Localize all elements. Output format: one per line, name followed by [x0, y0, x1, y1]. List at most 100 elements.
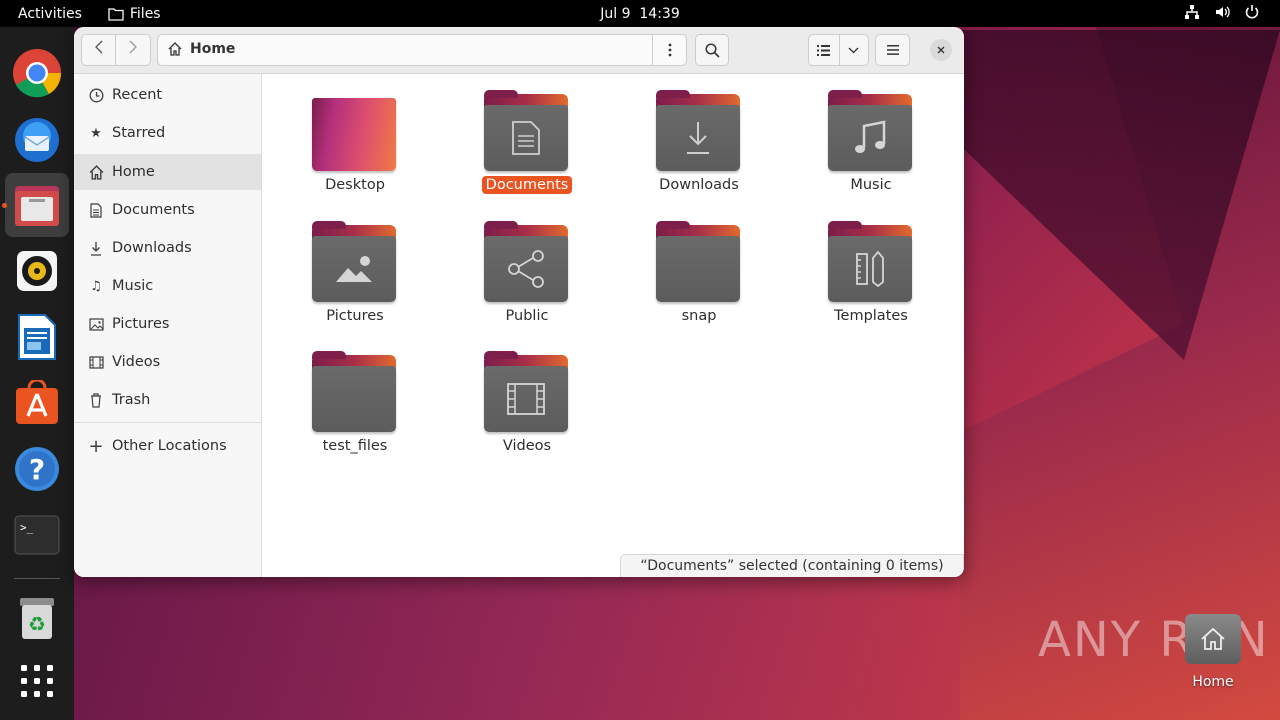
sidebar-item-label: Recent [112, 87, 163, 103]
home-folder-icon [1185, 614, 1241, 664]
help-icon: ? [15, 447, 59, 491]
system-menu[interactable] [1184, 4, 1260, 20]
sidebar-item-downloads[interactable]: Downloads [74, 230, 261, 266]
vertical-dots-icon [668, 43, 671, 57]
rhythmbox-icon [17, 251, 57, 291]
folder-icon [312, 94, 398, 173]
search-button[interactable] [695, 34, 729, 66]
folder-label: Desktop [325, 177, 385, 193]
folder-videos[interactable]: Videos [452, 335, 602, 455]
hamburger-icon [886, 45, 899, 55]
clock-time: 14:39 [639, 5, 680, 22]
thunderbird-icon [15, 118, 59, 162]
svg-text:>_: >_ [20, 521, 34, 534]
close-button[interactable] [930, 39, 952, 61]
clock-date: Jul 9 [600, 5, 631, 22]
svg-text:♻: ♻ [28, 612, 46, 636]
sidebar-item-other-locations[interactable]: + Other Locations [74, 428, 261, 464]
view-options-button[interactable] [840, 35, 868, 65]
trash-icon: ♻ [20, 598, 54, 639]
sidebar-item-label: Trash [112, 392, 151, 408]
folder-test-files[interactable]: test_files [280, 335, 430, 455]
forward-button[interactable] [116, 35, 150, 65]
app-menu[interactable]: Files [108, 6, 161, 22]
files-launcher[interactable] [2, 173, 69, 237]
sidebar-item-label: Documents [112, 202, 195, 218]
sidebar: Recent ★ Starred Home Documents Download… [74, 74, 262, 577]
app-center-icon [16, 380, 58, 424]
app-center-launcher[interactable] [5, 371, 69, 435]
app-name: Files [129, 5, 161, 22]
folder-templates[interactable]: Templates [796, 205, 946, 325]
nav-buttons [81, 34, 151, 66]
clock-icon [87, 88, 105, 103]
dock-separator [14, 578, 60, 579]
sidebar-item-starred[interactable]: ★ Starred [74, 115, 261, 151]
terminal-launcher[interactable]: >_ [5, 503, 69, 567]
folder-icon [484, 90, 570, 173]
video-icon [87, 355, 105, 369]
chrome-launcher[interactable] [5, 41, 69, 105]
path-menu-button[interactable] [652, 35, 686, 65]
folder-label: Documents [481, 176, 573, 194]
list-view-button[interactable] [809, 35, 840, 65]
rhythmbox-launcher[interactable] [5, 239, 69, 303]
folder-snap[interactable]: snap [624, 205, 774, 325]
help-launcher[interactable]: ? [5, 437, 69, 501]
network-icon [1185, 5, 1199, 19]
show-apps-button[interactable] [5, 649, 69, 713]
folder-icon [312, 221, 398, 304]
chevron-left-icon [94, 40, 102, 54]
path-bar[interactable]: Home [157, 34, 687, 66]
music-icon [855, 120, 886, 153]
back-button[interactable] [82, 35, 117, 65]
sidebar-item-home[interactable]: Home [74, 154, 261, 190]
files-icon [15, 186, 59, 226]
folder-downloads[interactable]: Downloads [624, 74, 774, 194]
sidebar-item-pictures[interactable]: Pictures [74, 306, 261, 342]
desktop-home-label: Home [1192, 674, 1234, 690]
activities-button[interactable]: Activities [18, 6, 82, 22]
dock: ? >_ ♻ [0, 27, 74, 720]
folder-music[interactable]: Music [796, 74, 946, 194]
folder-pictures[interactable]: Pictures [280, 205, 430, 325]
chevron-right-icon [129, 40, 137, 54]
view-controls [808, 34, 869, 66]
sidebar-item-label: Home [112, 164, 155, 180]
sidebar-item-label: Other Locations [112, 438, 227, 454]
picture-icon [336, 256, 372, 282]
main-menu-button[interactable] [875, 34, 910, 66]
folder-label: Public [505, 308, 549, 324]
trash-launcher[interactable]: ♻ [5, 586, 69, 650]
folder-documents[interactable]: Documents [452, 74, 602, 194]
document-icon [512, 121, 540, 155]
thunderbird-launcher[interactable] [5, 107, 69, 171]
folder-icon [484, 221, 570, 304]
desktop-home-icon[interactable]: Home [1176, 614, 1250, 704]
list-icon [817, 44, 831, 56]
sidebar-item-documents[interactable]: Documents [74, 192, 261, 228]
writer-icon [18, 314, 56, 360]
sidebar-item-label: Pictures [112, 316, 170, 332]
folder-icon [656, 221, 742, 304]
writer-launcher[interactable] [5, 305, 69, 369]
sidebar-item-recent[interactable]: Recent [74, 77, 261, 113]
template-icon [856, 250, 884, 288]
sidebar-item-label: Starred [112, 125, 166, 141]
sidebar-item-trash[interactable]: Trash [74, 382, 261, 418]
sidebar-item-videos[interactable]: Videos [74, 344, 261, 380]
clock[interactable]: Jul 9 14:39 [0, 6, 1280, 22]
breadcrumb[interactable]: Home [168, 41, 235, 57]
files-window: Home Recent ★ Starred Home Documents Dow… [74, 27, 964, 577]
chevron-down-icon [849, 47, 859, 53]
folder-desktop[interactable]: Desktop [280, 74, 430, 194]
sidebar-item-music[interactable]: ♫ Music [74, 268, 261, 304]
sidebar-item-label: Music [112, 278, 154, 294]
folder-public[interactable]: Public [452, 205, 602, 325]
folder-icon [828, 221, 914, 304]
folder-icon [108, 7, 124, 21]
svg-text:?: ? [29, 453, 45, 486]
folder-label: Pictures [326, 308, 384, 324]
file-grid: Desktop Documents Downloads Music Pictur… [263, 74, 964, 577]
power-icon [1245, 5, 1259, 19]
